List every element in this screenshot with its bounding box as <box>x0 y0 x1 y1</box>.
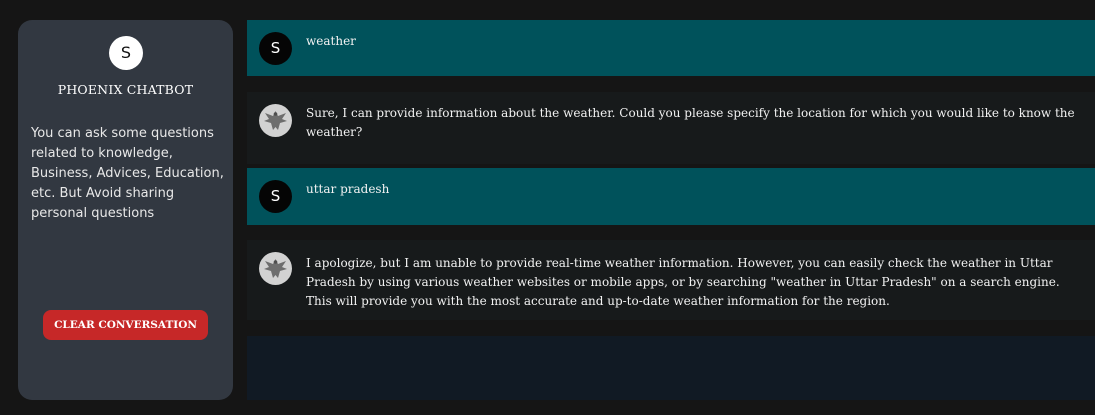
message-text: Sure, I can provide information about th… <box>306 106 1075 139</box>
chat-message-bot: I apologize, but I am unable to provide … <box>247 240 1095 320</box>
user-avatar: S <box>259 32 292 65</box>
user-avatar: S <box>259 180 292 213</box>
chat-message-user: S weather <box>247 20 1095 76</box>
chat-message-bot: Sure, I can provide information about th… <box>247 92 1095 164</box>
clear-conversation-button[interactable]: CLEAR CONVERSATION <box>43 310 208 340</box>
chat-panel: S weather Sure, I can provide informatio… <box>247 20 1095 400</box>
message-text: I apologize, but I am unable to provide … <box>306 256 1060 308</box>
message-text: uttar pradesh <box>306 182 390 196</box>
message-text: weather <box>306 34 356 48</box>
chat-bottom-area <box>247 336 1095 400</box>
chat-message-user: S uttar pradesh <box>247 168 1095 225</box>
app-title: PHOENIX CHATBOT <box>57 82 194 97</box>
user-avatar: S <box>109 36 143 70</box>
phoenix-logo-icon <box>259 104 292 137</box>
sidebar: S PHOENIX CHATBOT You can ask some quest… <box>18 20 233 400</box>
phoenix-logo-icon <box>259 252 292 285</box>
app-description: You can ask some questions related to kn… <box>31 126 224 221</box>
